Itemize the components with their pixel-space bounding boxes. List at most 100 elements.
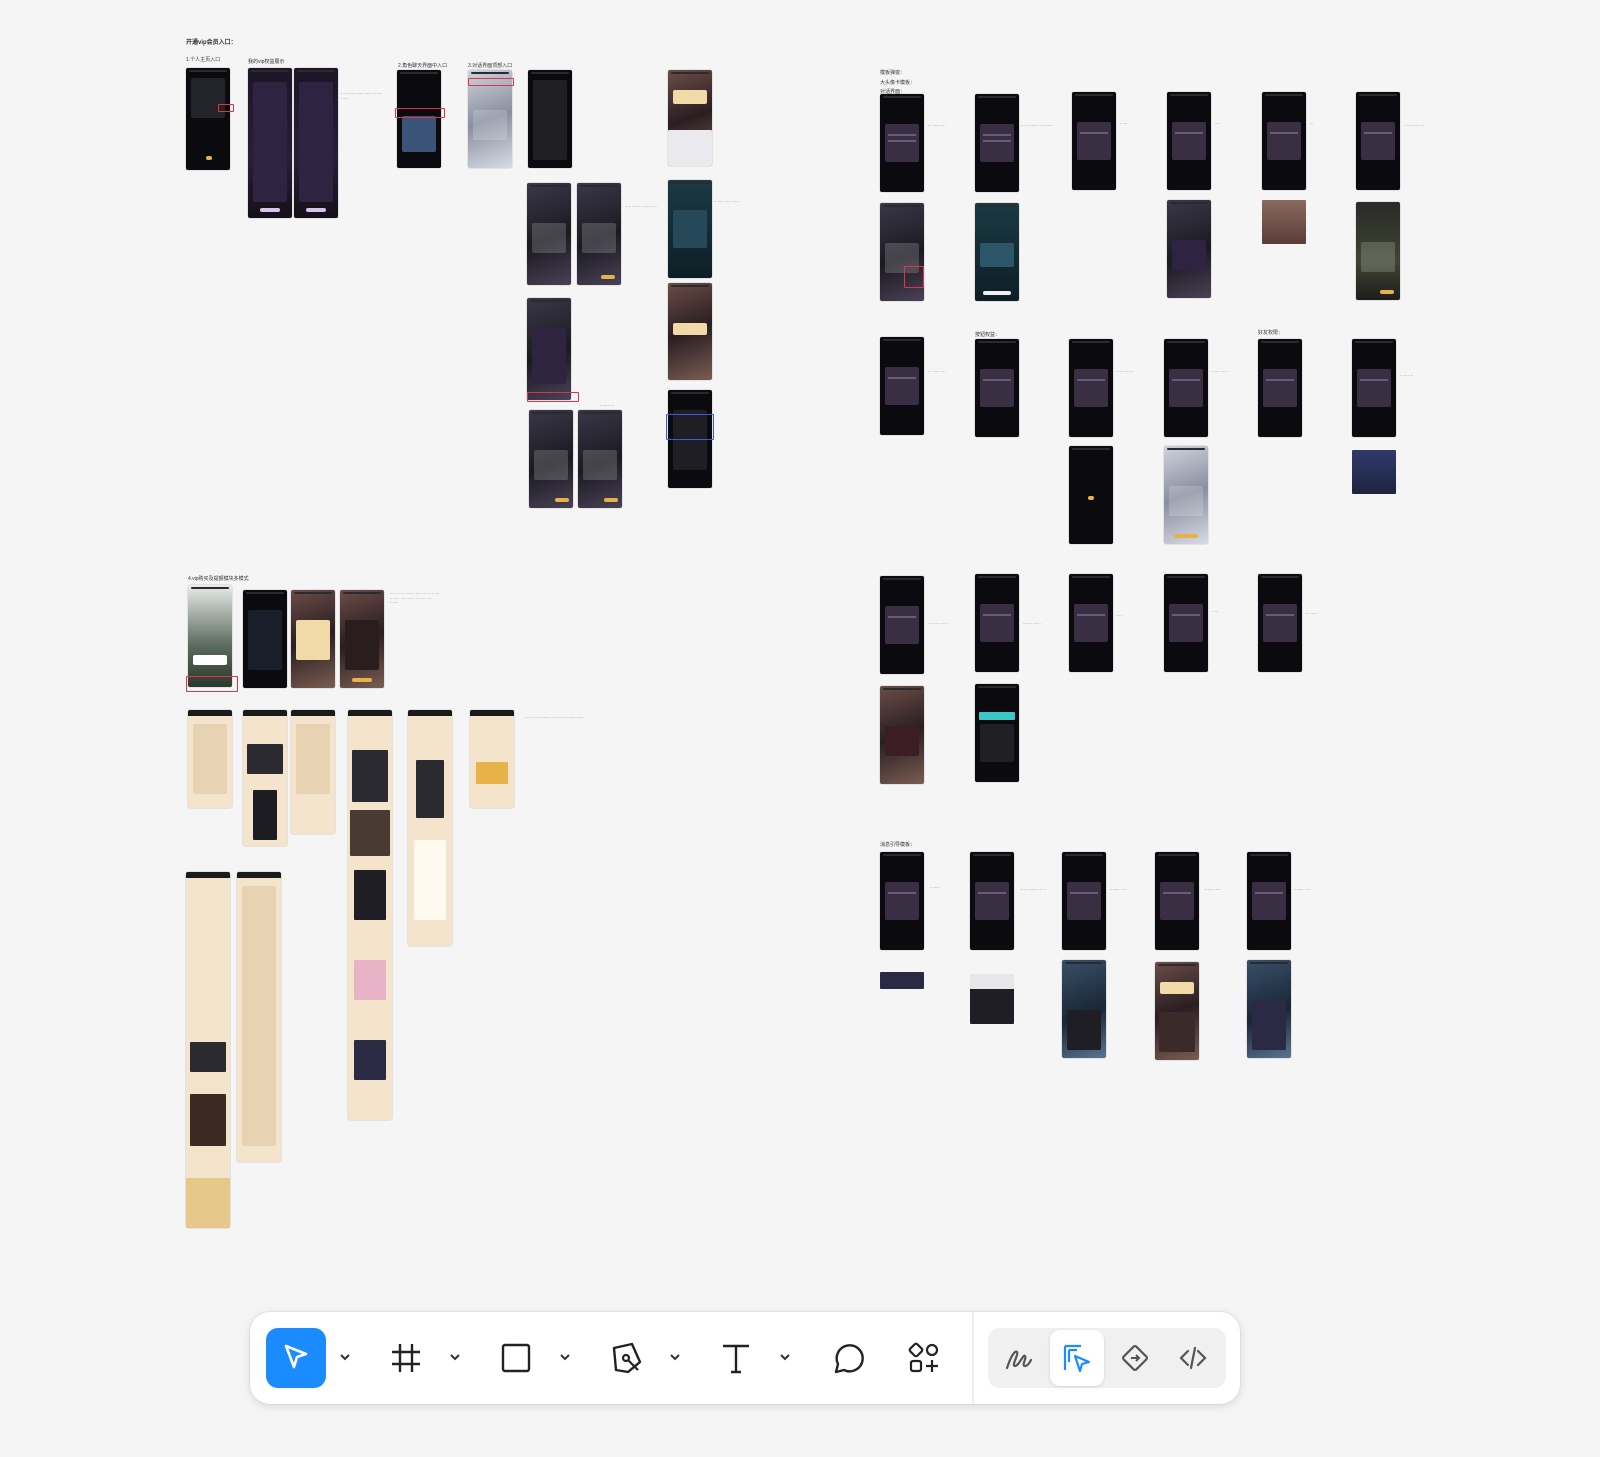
frame-gift-1[interactable] <box>529 410 573 508</box>
frame-chat-entry[interactable] <box>397 70 441 168</box>
highlight-box <box>904 266 924 288</box>
frame-tool-button[interactable] <box>376 1328 436 1388</box>
frame-popup-14[interactable] <box>975 574 1019 672</box>
frame-doc-5[interactable] <box>408 710 452 946</box>
frame-popup-12[interactable] <box>1352 339 1396 437</box>
frame-social[interactable] <box>975 684 1019 782</box>
frame-vip-benefits-1[interactable] <box>248 68 292 218</box>
frame-doc-long-2[interactable] <box>237 872 281 1162</box>
frame-purchase[interactable] <box>527 298 571 400</box>
frame-doc-2[interactable] <box>243 710 287 846</box>
chevron-down-icon <box>340 1354 350 1361</box>
frame-chat-cool-2[interactable] <box>1247 960 1291 1058</box>
move-tool-button[interactable] <box>266 1328 326 1388</box>
frame-popup-22[interactable] <box>1247 852 1291 950</box>
frame-popup-8[interactable] <box>975 339 1019 437</box>
frame-empty-state[interactable] <box>1069 446 1113 544</box>
frame-icon <box>392 1344 420 1372</box>
note-text: ··· ······ <box>1306 612 1318 616</box>
code-icon <box>1179 1346 1207 1370</box>
actions-tool-button[interactable] <box>894 1328 954 1388</box>
prototype-mode-button[interactable] <box>1108 1330 1162 1386</box>
comment-icon <box>834 1344 864 1374</box>
frame-preview-2[interactable] <box>975 203 1019 301</box>
section-title-templates: 模板弹窗： <box>880 70 906 76</box>
frame-doc-4[interactable] <box>348 710 392 1120</box>
frame-popup-3[interactable] <box>1072 92 1116 190</box>
frame-keyboard[interactable] <box>668 70 712 166</box>
design-icon <box>1063 1344 1091 1373</box>
frame-snippet-1[interactable] <box>880 972 924 989</box>
frame-doc-6[interactable] <box>470 710 514 808</box>
frame-settings[interactable] <box>668 180 712 278</box>
frame-popup-5[interactable] <box>1262 92 1306 190</box>
frame-popup-19[interactable] <box>970 852 1014 950</box>
dev-mode-button[interactable] <box>1166 1330 1220 1386</box>
frame-chat-cool[interactable] <box>1062 960 1106 1058</box>
frame-popup-2[interactable] <box>975 94 1019 192</box>
frame-popup-13[interactable] <box>880 576 924 674</box>
frame-popup-9[interactable] <box>1069 339 1113 437</box>
frame-plan-2[interactable] <box>243 590 287 688</box>
note-text: ······ ······ ········ ····· ······ ····… <box>525 716 584 720</box>
frame-plan-3[interactable] <box>291 590 335 688</box>
frame-popup-20[interactable] <box>1062 852 1106 950</box>
frame-doc-long-1[interactable] <box>186 872 230 1228</box>
frame-preview-5[interactable] <box>1356 202 1400 300</box>
design-mode-button[interactable] <box>1050 1330 1104 1386</box>
pen-tool-button[interactable] <box>596 1328 656 1388</box>
shape-tool-button[interactable] <box>486 1328 546 1388</box>
label-sub4: 好友权限： <box>1258 330 1284 336</box>
label-entry-5: 4.vip购买及提额模块多模式 <box>188 576 249 582</box>
frame-snippet-2[interactable] <box>970 974 1014 1024</box>
frame-plan-1[interactable] <box>188 585 232 687</box>
design-canvas[interactable]: 开通vip会员入口： 1.个人主页入口 我的vip权益展示 2.角色聊天界面中入… <box>0 0 1600 1457</box>
chevron-down-icon <box>670 1354 680 1361</box>
frame-popup-16[interactable] <box>1164 574 1208 672</box>
cursor-icon <box>284 1344 308 1369</box>
shape-tool-menu[interactable] <box>558 1350 572 1364</box>
highlight-box <box>218 104 234 112</box>
frame-plan-4[interactable] <box>340 590 384 688</box>
pen-tool-menu[interactable] <box>668 1350 682 1364</box>
label-sub3: 按钮权益： <box>975 332 1001 338</box>
frame-popup-17[interactable] <box>1258 574 1302 672</box>
frame-popup-1[interactable] <box>880 94 924 192</box>
frame-popup-6[interactable] <box>1356 92 1400 190</box>
frame-popup-11[interactable] <box>1258 339 1302 437</box>
text-tool-button[interactable] <box>706 1328 766 1388</box>
move-tool-menu[interactable] <box>338 1350 352 1364</box>
frame-preview-4[interactable] <box>1262 200 1306 244</box>
label-entry-2: 我的vip权益展示 <box>248 59 285 65</box>
frame-doc-3[interactable] <box>291 710 335 834</box>
frame-preview-3[interactable] <box>1167 200 1211 298</box>
frame-chat-1[interactable] <box>527 183 571 285</box>
frame-character[interactable] <box>1164 446 1208 544</box>
frame-gift-2[interactable] <box>578 410 622 508</box>
prototype-icon <box>1122 1345 1148 1371</box>
highlight-box <box>186 676 238 692</box>
frame-popup-7[interactable] <box>880 337 924 435</box>
frame-menu[interactable] <box>528 70 572 168</box>
frame-popup-10[interactable] <box>1164 339 1208 437</box>
highlight-box <box>395 108 445 118</box>
frame-popup-4[interactable] <box>1167 92 1211 190</box>
frame-tool-menu[interactable] <box>448 1350 462 1364</box>
frame-chat-warm-2[interactable] <box>1155 962 1199 1060</box>
frame-chat-2[interactable] <box>577 183 621 285</box>
frame-vip-benefits-2[interactable] <box>294 68 338 218</box>
comment-tool-button[interactable] <box>818 1328 878 1388</box>
frame-popup-18[interactable] <box>880 852 924 950</box>
frame-card-grid[interactable] <box>1352 450 1396 494</box>
frame-profile[interactable] <box>186 68 230 170</box>
text-tool-menu[interactable] <box>778 1350 792 1364</box>
frame-chat-warm[interactable] <box>668 283 712 380</box>
note-text: ········ ····· <box>1294 888 1311 892</box>
frame-popup-15[interactable] <box>1069 574 1113 672</box>
frame-popup-21[interactable] <box>1155 852 1199 950</box>
frame-portrait[interactable] <box>880 686 924 784</box>
frame-doc-1[interactable] <box>188 710 232 808</box>
section-title-entry: 开通vip会员入口： <box>186 40 237 46</box>
note-text: ······ ··· ···· <box>1116 370 1134 374</box>
draw-mode-button[interactable] <box>992 1330 1046 1386</box>
